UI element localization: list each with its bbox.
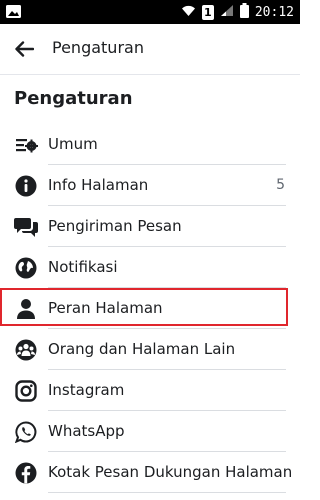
settings-item-label: Instagram: [48, 381, 125, 399]
settings-item-label: Pengiriman Pesan: [48, 217, 182, 235]
wifi-icon: [181, 4, 196, 21]
signal-icon: [220, 4, 234, 21]
settings-item-kotak-pesan-dukungan[interactable]: Kotak Pesan Dukungan Halaman: [0, 452, 300, 493]
settings-item-label: WhatsApp: [48, 422, 125, 440]
settings-item-label: Orang dan Halaman Lain: [48, 340, 236, 358]
settings-item-label: Kotak Pesan Dukungan Halaman: [48, 463, 293, 481]
app-bar-title: Pengaturan: [52, 38, 144, 57]
settings-item-instagram[interactable]: Instagram: [0, 370, 300, 411]
image-notification-icon: [5, 4, 22, 19]
settings-item-label: Info Halaman: [48, 176, 149, 194]
settings-item-umum[interactable]: Umum: [0, 124, 300, 165]
app-bar: Pengaturan: [0, 24, 300, 75]
people-group-icon: [13, 337, 39, 363]
instagram-icon: [13, 378, 39, 404]
settings-item-pengiriman-pesan[interactable]: Pengiriman Pesan: [0, 206, 300, 247]
settings-item-label: Umum: [48, 135, 98, 153]
sliders-gear-icon: [13, 132, 39, 158]
status-time: 20:12: [254, 4, 294, 20]
settings-item-whatsapp[interactable]: WhatsApp: [0, 411, 300, 452]
sim-badge: 1: [201, 4, 214, 20]
chat-bubbles-icon: [13, 214, 39, 240]
info-count-badge: 5: [276, 177, 285, 193]
battery-icon: [239, 2, 249, 22]
settings-item-orang-dan-halaman-lain[interactable]: Orang dan Halaman Lain: [0, 329, 300, 370]
whatsapp-icon: [13, 419, 39, 445]
settings-item-info-halaman[interactable]: Info Halaman 5: [0, 165, 300, 206]
settings-item-notifikasi[interactable]: Notifikasi: [0, 247, 300, 288]
facebook-icon: [13, 460, 39, 486]
globe-icon: [13, 255, 39, 281]
settings-item-label: Notifikasi: [48, 258, 118, 276]
highlight-box: [0, 288, 288, 326]
info-icon: [13, 173, 39, 199]
back-arrow-icon[interactable]: [10, 36, 38, 62]
divider: [48, 492, 286, 493]
section-title: Pengaturan: [14, 88, 133, 109]
status-bar: 1 20:12: [0, 0, 300, 24]
